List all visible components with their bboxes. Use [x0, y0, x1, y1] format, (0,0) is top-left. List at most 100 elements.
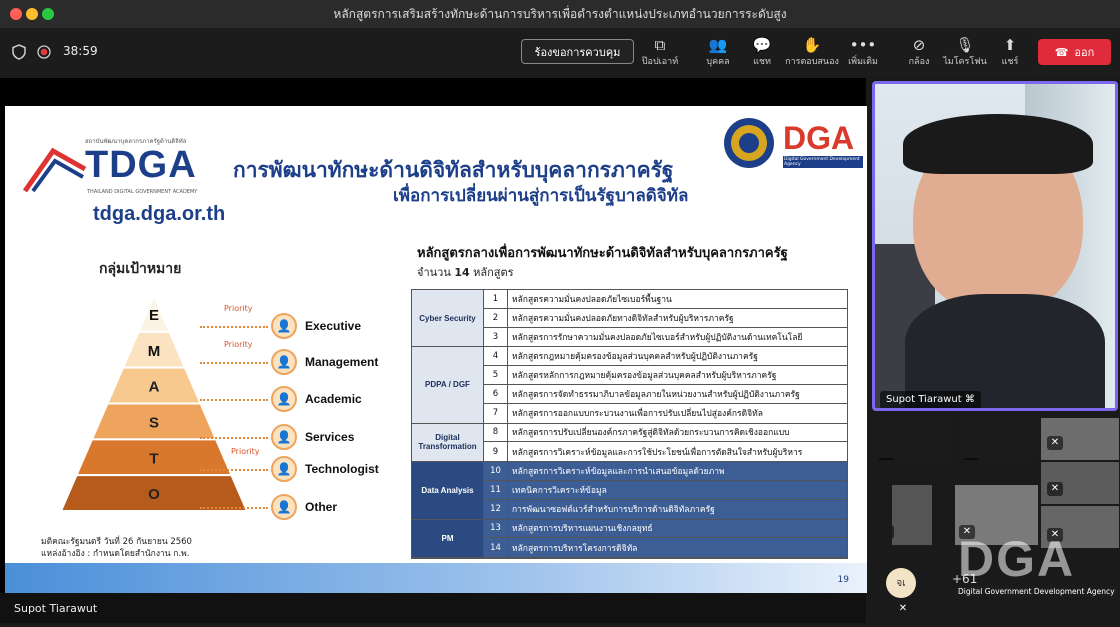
mic-muted-icon: ✕ — [1047, 436, 1063, 450]
record-icon — [37, 45, 51, 59]
tdga-url: tdga.dga.or.th — [93, 203, 226, 225]
slide-footer-band — [5, 563, 867, 593]
window-title: หลักสูตรการเสริมสร้างทักษะด้านการบริหารเ… — [333, 6, 787, 21]
more-button[interactable]: ••• เพิ่มเติม — [841, 36, 885, 68]
mic-muted-icon: ✕ — [878, 458, 894, 460]
table-row: 11 เทคนิคการวิเคราะห์ข้อมูล — [484, 480, 847, 500]
course-category: Cyber Security 1 หลักสูตรความมั่นคงปลอดภัย… — [412, 290, 847, 348]
chat-label: แชท — [753, 57, 771, 67]
minimize-window-button[interactable] — [26, 8, 38, 20]
table-row: 10 หลักสูตรการวิเคราะห์ข้อมูลและการนำเสนอ… — [484, 462, 847, 481]
participant-avatar[interactable]: จเ — [886, 568, 916, 598]
participant-tile[interactable]: ✕ — [1041, 418, 1119, 460]
participant-tile[interactable]: ✕ — [872, 418, 952, 460]
target-group-label: Other — [305, 500, 338, 514]
table-row: 7 หลักสูตรการออกแบบกระบวนงานเพื่อการปรับเ… — [484, 403, 847, 423]
course-name: การพัฒนาซอฟต์แวร์สำหรับการบริการด้านดิจิ… — [512, 505, 715, 516]
course-number: 13 — [484, 519, 508, 538]
course-name: หลักสูตรการวิเคราะห์ข้อมูลและการนำเสนอข้… — [512, 467, 725, 478]
camera-label: กล้อง — [908, 57, 930, 67]
course-name: หลักสูตรการวิเคราะห์ข้อมูลและการใช้ประโย… — [512, 447, 803, 458]
course-number: 1 — [484, 290, 508, 308]
target-group-label: Management — [305, 355, 379, 369]
camera-name: Supot Tiarawut — [886, 394, 962, 405]
tdga-subtitle: THAILAND DIGITAL GOVERNMENT ACADEMY — [87, 189, 198, 195]
close-window-button[interactable] — [10, 8, 22, 20]
participant-tile[interactable]: ✕ — [1041, 462, 1119, 504]
person-icon: 👤 — [271, 424, 297, 450]
meeting-window: หลักสูตรการเสริมสร้างทักษะด้านการบริหารเ… — [0, 0, 1120, 627]
table-row: 14 หลักสูตรการบริหารโครงการดิจิทัล — [484, 538, 847, 558]
participant-tile[interactable]: ✕ — [892, 485, 932, 545]
connector-line — [200, 507, 268, 509]
pin-icon: ⌘ — [964, 394, 975, 405]
request-control-button[interactable]: ร้องขอการควบคุม — [521, 39, 634, 64]
shield-icon[interactable] — [12, 44, 26, 60]
people-button[interactable]: 👥 บุคคล — [696, 36, 740, 68]
priority-tag: Priority — [224, 340, 253, 349]
speaker-name: Supot Tiarawut — [14, 601, 98, 615]
person-icon: 👤 — [271, 349, 297, 375]
connector-line — [200, 399, 268, 401]
meeting-timer: 38:59 — [63, 44, 98, 58]
share-label: แชร์ — [1001, 57, 1019, 67]
people-label: บุคคล — [706, 57, 730, 67]
course-number: 4 — [484, 347, 508, 366]
zoom-window-button[interactable] — [42, 8, 54, 20]
person-icon: 👤 — [271, 494, 297, 520]
chat-button[interactable]: 💬 แชท — [740, 36, 784, 68]
reactions-label: การตอบสนอง — [785, 57, 839, 67]
course-number: 6 — [484, 384, 508, 403]
course-name: หลักสูตรการจัดทำธรรมาภิบาลข้อมูลภายในหน่… — [512, 389, 800, 400]
person-icon: 👤 — [271, 313, 297, 339]
dga-watermark-subtitle: Digital Government Development Agency — [955, 586, 1118, 597]
popout-label: ป๊อปเอาท์ — [641, 57, 679, 67]
active-speaker-video[interactable]: Supot Tiarawut ⌘ — [872, 81, 1118, 411]
table-row: 9 หลักสูตรการวิเคราะห์ข้อมูลและการใช้ประโ… — [484, 442, 847, 462]
participant-tile[interactable]: ✕ — [957, 418, 1037, 460]
priority-tag: Priority — [231, 447, 260, 456]
course-number: 2 — [484, 308, 508, 327]
table-row: 3 หลักสูตรการรักษาความมั่นคงปลอดภัยไซเบอร… — [484, 327, 847, 347]
reactions-button[interactable]: ✋ การตอบสนอง — [784, 36, 840, 68]
mic-muted-icon: ✕ — [898, 603, 908, 614]
people-icon: 👥 — [708, 36, 728, 54]
leave-button[interactable]: ☎ ออก — [1038, 39, 1111, 65]
course-count-pre: จำนวน — [417, 266, 451, 279]
camera-button[interactable]: ⊘ กล้อง — [897, 36, 941, 68]
title-bar: หลักสูตรการเสริมสร้างทักษะด้านการบริหารเ… — [0, 0, 1120, 28]
pyramid-letter: S — [149, 414, 159, 431]
course-category: PDPA / DGF 4 หลักสูตรกฎหมายคุ้มครองข้อมูลส… — [412, 347, 847, 424]
category-name: PDPA / DGF — [412, 347, 484, 423]
course-number: 14 — [484, 538, 508, 558]
course-number: 7 — [484, 403, 508, 423]
mic-button[interactable]: 🎙 ไมโครโฟน — [943, 36, 987, 68]
target-group-label: Technologist — [305, 462, 379, 476]
pyramid-letter: A — [149, 379, 160, 396]
share-button[interactable]: ⬆ แชร์ — [988, 36, 1032, 68]
tdga-logo: TDGA — [85, 144, 197, 186]
table-row: 13 หลักสูตรการบริหารแผนงานเชิงกลยุทธ์ — [484, 519, 847, 539]
shared-screen: สถาบันพัฒนาบุคลากรภาครัฐด้านดิจิทัล TDGA… — [0, 78, 867, 623]
connector-line — [200, 362, 268, 364]
connector-line — [200, 326, 268, 328]
course-name: หลักสูตรการรักษาความมั่นคงปลอดภัยไซเบอร์… — [512, 332, 803, 343]
mic-muted-icon: ✕ — [1047, 482, 1063, 496]
leave-label: ออก — [1074, 46, 1095, 59]
category-name: Data Analysis — [412, 462, 484, 519]
popout-button[interactable]: ⧉ ป๊อปเอาท์ — [638, 36, 682, 68]
priority-tag: Priority — [224, 304, 253, 313]
camera-name-tag: Supot Tiarawut ⌘ — [880, 391, 981, 408]
course-count: จำนวน 14 หลักสูตร — [417, 263, 514, 281]
mic-muted-icon: ✕ — [963, 458, 979, 460]
pyramid-letter: E — [149, 307, 159, 324]
table-row: 2 หลักสูตรความมั่นคงปลอดภัยทางดิจิทัลสำหร… — [484, 308, 847, 328]
course-name: เทคนิคการวิเคราะห์ข้อมูล — [512, 485, 607, 496]
person-icon: 👤 — [271, 386, 297, 412]
course-number: 11 — [484, 480, 508, 499]
target-group-heading: กลุ่มเป้าหมาย — [99, 261, 182, 277]
category-rows: 13 หลักสูตรการบริหารแผนงานเชิงกลยุทธ์ 14 หล… — [484, 519, 847, 558]
reference-note: แหล่งอ้างอิง : กำหนดโดยสำนักงาน ก.พ. — [41, 549, 190, 559]
mic-off-icon: 🎙 — [955, 36, 975, 54]
target-group-label: Academic — [305, 392, 362, 406]
